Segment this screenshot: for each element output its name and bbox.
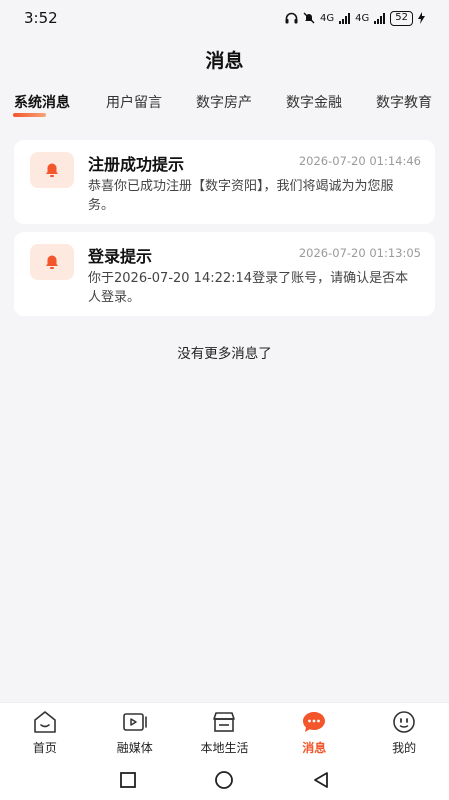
nav-media[interactable]: 融媒体 xyxy=(90,703,180,760)
nav-messages[interactable]: 消息 xyxy=(269,703,359,760)
nav-label: 融媒体 xyxy=(116,741,153,755)
nav-label: 我的 xyxy=(392,741,417,755)
nav-local-life[interactable]: 本地生活 xyxy=(180,703,270,760)
status-icons: 4G 4G 52 xyxy=(285,10,425,26)
home-icon xyxy=(32,709,58,735)
tab-digital-education[interactable]: 数字教育 xyxy=(376,92,432,112)
message-card[interactable]: 登录提示 2026-07-20 01:13:05 你于2026-07-20 14… xyxy=(14,232,435,316)
signal-icon-2 xyxy=(374,12,386,24)
charging-icon xyxy=(418,12,425,24)
message-time: 2026-07-20 01:14:46 xyxy=(298,154,421,168)
page-title: 消息 xyxy=(205,50,244,72)
bottom-nav: 首页 融媒体 本地生活 消息 我的 xyxy=(0,702,449,760)
nav-label: 消息 xyxy=(302,741,327,755)
message-body: 恭喜你已成功注册【数字资阳】，我们将竭诚为为您服务。 xyxy=(88,179,394,213)
nav-profile[interactable]: 我的 xyxy=(359,703,449,760)
tab-system-messages[interactable]: 系统消息 xyxy=(14,92,70,112)
triangle-back-icon xyxy=(313,772,328,788)
network-type-2: 4G xyxy=(355,12,370,24)
bell-icon xyxy=(46,163,58,177)
tab-digital-property[interactable]: 数字房产 xyxy=(196,92,252,112)
message-time: 2026-07-20 01:13:05 xyxy=(298,246,421,260)
tab-digital-finance[interactable]: 数字金融 xyxy=(286,92,342,112)
store-icon xyxy=(211,709,237,735)
active-tab-indicator xyxy=(13,113,46,117)
back-button[interactable] xyxy=(310,769,332,791)
status-time: 3:52 xyxy=(24,9,58,27)
status-bar: 3:52 4G 4G 52 xyxy=(0,0,449,36)
home-button[interactable] xyxy=(213,769,235,791)
recent-apps-button[interactable] xyxy=(117,769,139,791)
bell-icon-wrapper xyxy=(30,244,74,280)
circle-icon xyxy=(215,771,234,789)
bell-icon xyxy=(46,255,58,269)
nav-home[interactable]: 首页 xyxy=(0,703,90,760)
bell-icon-wrapper xyxy=(30,152,74,188)
battery-icon: 52 xyxy=(390,10,413,26)
face-icon xyxy=(391,709,417,735)
mute-bell-icon xyxy=(303,12,315,24)
system-nav-bar xyxy=(0,760,449,800)
message-body: 你于2026-07-20 14:22:14登录了账号，请确认是否本人登录。 xyxy=(88,271,409,305)
no-more-messages: 没有更多消息了 xyxy=(177,346,272,362)
message-tabs: 系统消息 用户留言 数字房产 数字金融 数字教育 xyxy=(0,92,449,122)
message-title: 注册成功提示 xyxy=(88,155,185,174)
headphones-icon xyxy=(285,12,298,24)
tab-user-messages[interactable]: 用户留言 xyxy=(106,92,162,112)
signal-icon xyxy=(339,12,351,24)
square-icon xyxy=(120,772,137,788)
message-title: 登录提示 xyxy=(88,247,153,266)
message-card[interactable]: 注册成功提示 2026-07-20 01:14:46 恭喜你已成功注册【数字资阳… xyxy=(14,140,435,224)
video-icon xyxy=(122,709,148,735)
network-type-1: 4G xyxy=(320,12,335,24)
nav-label: 首页 xyxy=(32,741,57,755)
message-icon xyxy=(301,709,327,735)
nav-label: 本地生活 xyxy=(200,741,249,755)
